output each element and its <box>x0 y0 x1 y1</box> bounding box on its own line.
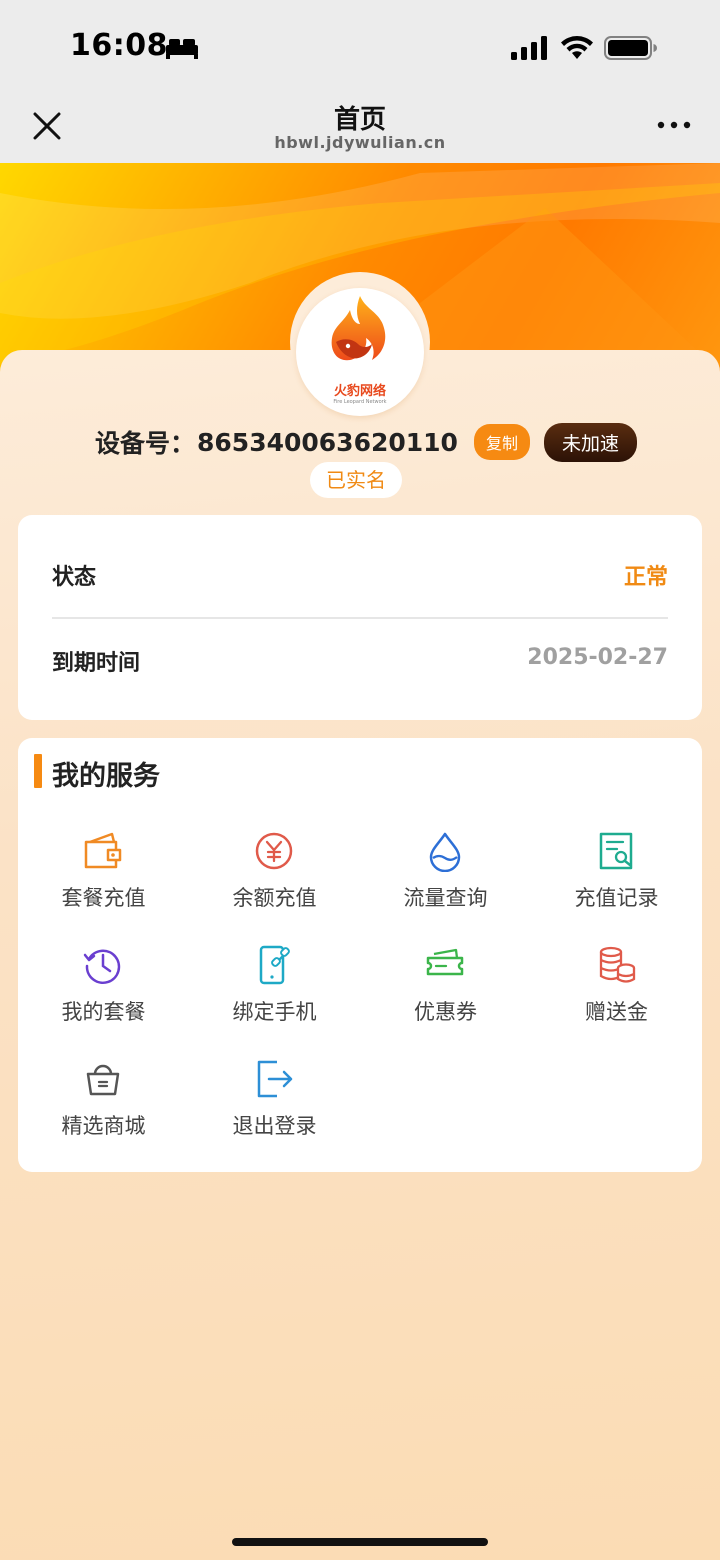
service-label: 充值记录 <box>574 886 659 910</box>
shopping-basket-icon <box>86 1064 120 1096</box>
wifi-icon <box>561 36 593 59</box>
coupon-icon <box>426 948 464 976</box>
wallet-icon <box>84 832 122 869</box>
logo-subtitle: Fire Leopard Network <box>333 399 387 405</box>
service-bind-phone[interactable]: 绑定手机 <box>189 944 360 1044</box>
section-accent-bar <box>34 754 42 788</box>
record-search-icon <box>599 832 633 870</box>
history-clock-icon <box>83 949 121 985</box>
page-url: hbwl.jdywulian.cn <box>274 133 446 152</box>
service-package-recharge[interactable]: 套餐充值 <box>18 830 189 930</box>
phone-link-icon <box>259 945 290 985</box>
expire-value: 2025-02-27 <box>527 645 668 670</box>
sleep-focus-icon <box>166 39 198 59</box>
service-coupon[interactable]: 优惠券 <box>360 944 531 1044</box>
battery-icon <box>604 36 657 60</box>
yuan-coin-icon <box>255 832 293 870</box>
logo-name: 火豹网络 <box>333 384 386 399</box>
service-logout[interactable]: 退出登录 <box>189 1058 360 1158</box>
cellular-signal-icon <box>511 36 547 60</box>
service-mall[interactable]: 精选商城 <box>18 1058 189 1158</box>
copy-button[interactable]: 复制 <box>473 424 530 460</box>
device-id: 865340063620110 <box>197 427 458 457</box>
service-label: 赠送金 <box>585 1000 648 1024</box>
expire-row: 到期时间 2025-02-27 <box>52 617 668 703</box>
status-row: 状态 正常 <box>52 531 668 619</box>
service-bonus-gold[interactable]: 赠送金 <box>531 944 702 1044</box>
services-card: 我的服务 套餐充值 余额充值 流量查询 充值记录 我的套餐 绑定手机 优惠券 赠… <box>18 738 702 1172</box>
status-card: 状态 正常 到期时间 2025-02-27 <box>18 515 702 720</box>
more-options-icon[interactable] <box>656 119 692 131</box>
brand-logo: 火豹网络 Fire Leopard Network <box>296 288 424 416</box>
service-recharge-record[interactable]: 充值记录 <box>531 830 702 930</box>
service-label: 我的套餐 <box>61 1000 146 1024</box>
service-label: 余额充值 <box>232 886 317 910</box>
status-label: 状态 <box>52 565 97 590</box>
droplet-icon <box>429 832 461 872</box>
service-label: 精选商城 <box>61 1114 146 1138</box>
service-label: 绑定手机 <box>232 1000 317 1024</box>
service-balance-recharge[interactable]: 余额充值 <box>189 830 360 930</box>
page-title: 首页 <box>333 105 386 135</box>
status-value: 正常 <box>623 565 668 590</box>
status-bar: 16:08 <box>0 0 720 95</box>
expire-label: 到期时间 <box>52 651 141 676</box>
service-label: 套餐充值 <box>61 886 146 910</box>
service-label: 退出登录 <box>232 1114 317 1138</box>
speed-status-button[interactable]: 未加速 <box>543 422 637 462</box>
realname-badge: 已实名 <box>310 462 402 498</box>
logout-icon <box>257 1060 293 1098</box>
device-label: 设备号： <box>95 429 196 458</box>
service-data-query[interactable]: 流量查询 <box>360 830 531 930</box>
service-label: 优惠券 <box>414 1000 477 1024</box>
device-row: 设备号： 865340063620110 复制 未加速 <box>95 422 637 462</box>
home-indicator[interactable] <box>232 1538 488 1546</box>
nav-bar: 首页 hbwl.jdywulian.cn <box>0 95 720 163</box>
services-title: 我的服务 <box>52 761 160 792</box>
service-my-package[interactable]: 我的套餐 <box>18 944 189 1044</box>
status-time: 16:08 <box>70 28 168 63</box>
service-label: 流量查询 <box>403 886 488 910</box>
coins-stack-icon <box>599 946 636 983</box>
